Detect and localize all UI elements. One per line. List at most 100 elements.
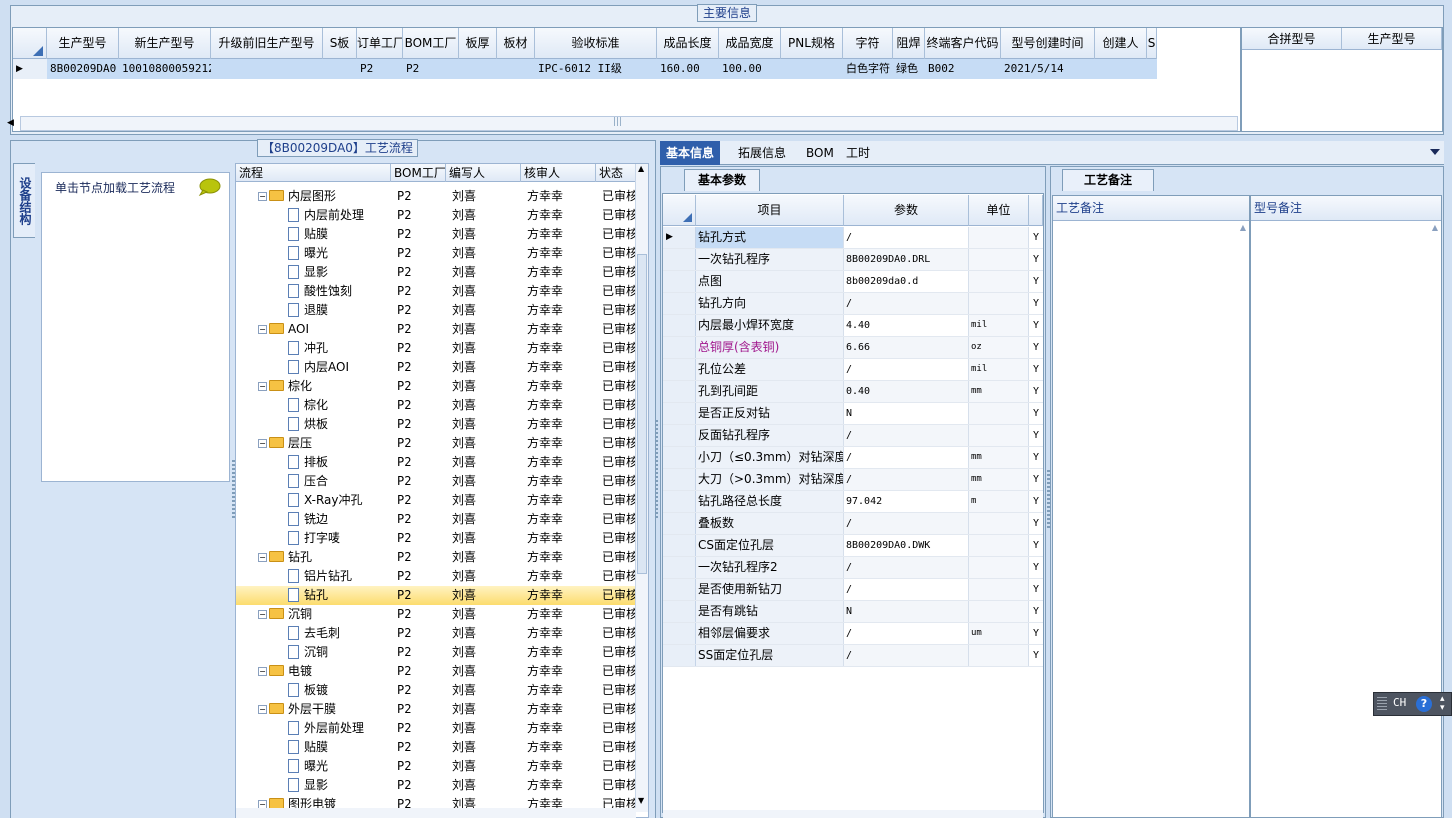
param-row[interactable]: CS面定位孔层 8B00209DA0.DWK Y xyxy=(663,535,1043,557)
column-header[interactable]: 板厚 xyxy=(459,28,497,59)
param-param-cell[interactable]: / xyxy=(844,227,969,248)
column-header[interactable]: 成品长度 xyxy=(657,28,719,59)
column-header[interactable]: 订单工厂 xyxy=(357,28,403,59)
tree-column-header[interactable]: 状态 xyxy=(596,164,640,182)
param-row[interactable]: 是否使用新钻刀 / Y xyxy=(663,579,1043,601)
param-row[interactable]: 内层最小焊环宽度 4.40 mil Y xyxy=(663,315,1043,337)
row-indicator-icon[interactable] xyxy=(663,601,696,622)
column-header[interactable]: 终端客户代码 xyxy=(925,28,1001,59)
param-row[interactable]: 反面钻孔程序 / Y xyxy=(663,425,1043,447)
table-cell[interactable]: B002 xyxy=(925,59,1001,79)
row-indicator-icon[interactable] xyxy=(663,381,696,402)
column-header[interactable]: 板材 xyxy=(497,28,535,59)
tree-column-header[interactable]: 编写人 xyxy=(446,164,521,182)
param-row[interactable]: 叠板数 / Y xyxy=(663,513,1043,535)
tree-row[interactable]: − 电镀 P2 刘喜 方幸幸 已审核 xyxy=(236,662,640,681)
tree-row[interactable]: 铣边 P2 刘喜 方幸幸 已审核 xyxy=(236,510,640,529)
column-header[interactable]: 新生产型号 xyxy=(119,28,211,59)
param-param-cell[interactable]: 8B00209DA0.DWK xyxy=(844,535,969,556)
row-indicator-icon[interactable] xyxy=(663,469,696,490)
tree-row[interactable]: 钻孔 P2 刘喜 方幸幸 已审核 xyxy=(236,586,640,605)
scroll-up-icon[interactable]: ▲ xyxy=(638,164,644,173)
tree-row[interactable]: 曝光 P2 刘喜 方幸幸 已审核 xyxy=(236,757,640,776)
column-header[interactable]: 创建人 xyxy=(1095,28,1147,59)
params-horizontal-scrollbar[interactable] xyxy=(663,810,1043,818)
ime-toolbar[interactable]: CH ? ▴ ▾ xyxy=(1373,692,1452,716)
param-param-cell[interactable]: / xyxy=(844,557,969,578)
param-row[interactable]: ▶ 钻孔方式 / Y xyxy=(663,227,1043,249)
tree-row[interactable]: − 钻孔 P2 刘喜 方幸幸 已审核 xyxy=(236,548,640,567)
tree-row[interactable]: 退膜 P2 刘喜 方幸幸 已审核 xyxy=(236,301,640,320)
param-row[interactable]: 点图 8b00209da0.d Y xyxy=(663,271,1043,293)
column-header[interactable]: 生产型号 xyxy=(47,28,119,59)
row-indicator-icon[interactable] xyxy=(663,425,696,446)
table-cell[interactable]: 绿色 xyxy=(893,59,925,79)
tree-row[interactable]: 冲孔 P2 刘喜 方幸幸 已审核 xyxy=(236,339,640,358)
row-indicator-icon[interactable] xyxy=(663,315,696,336)
param-row[interactable]: SS面定位孔层 / Y xyxy=(663,645,1043,667)
tab-bom[interactable]: BOM xyxy=(800,141,840,165)
ime-language-label[interactable]: CH xyxy=(1393,696,1406,709)
row-indicator-icon[interactable] xyxy=(663,403,696,424)
row-indicator-icon[interactable] xyxy=(663,249,696,270)
tree-row[interactable]: 去毛刺 P2 刘喜 方幸幸 已审核 xyxy=(236,624,640,643)
row-indicator-icon[interactable] xyxy=(663,271,696,292)
scroll-up-icon[interactable]: ▲ xyxy=(1432,223,1438,232)
merged-model-column-header[interactable]: 合拼型号 xyxy=(1242,28,1342,50)
collapse-toggle-icon[interactable]: − xyxy=(258,553,267,562)
param-row[interactable]: 大刀（>0.3mm）对钻深度 / mm Y xyxy=(663,469,1043,491)
row-indicator-icon[interactable] xyxy=(663,337,696,358)
tab-process-notes[interactable]: 工艺备注 xyxy=(1062,169,1154,191)
param-param-cell[interactable]: / xyxy=(844,447,969,468)
tree-horizontal-scrollbar[interactable] xyxy=(236,808,636,818)
param-param-cell[interactable]: / xyxy=(844,293,969,314)
column-header[interactable]: 升级前旧生产型号 xyxy=(211,28,323,59)
param-row[interactable]: 总铜厚(含表铜) 6.66 oz Y xyxy=(663,337,1043,359)
row-indicator-icon[interactable]: ▶ xyxy=(13,59,47,79)
table-cell[interactable] xyxy=(1095,59,1147,79)
tree-row[interactable]: 贴膜 P2 刘喜 方幸幸 已审核 xyxy=(236,738,640,757)
tree-row[interactable]: 烘板 P2 刘喜 方幸幸 已审核 xyxy=(236,415,640,434)
param-param-cell[interactable]: 8B00209DA0.DRL xyxy=(844,249,969,270)
param-param-cell[interactable]: 97.042 xyxy=(844,491,969,512)
param-row[interactable]: 钻孔路径总长度 97.042 m Y xyxy=(663,491,1043,513)
param-param-cell[interactable]: N xyxy=(844,601,969,622)
table-cell[interactable]: P2 xyxy=(357,59,403,79)
param-row[interactable]: 是否有跳钻 N Y xyxy=(663,601,1043,623)
param-row[interactable]: 孔位公差 / mil Y xyxy=(663,359,1043,381)
tree-row[interactable]: 显影 P2 刘喜 方幸幸 已审核 xyxy=(236,776,640,795)
tree-row[interactable]: 压合 P2 刘喜 方幸幸 已审核 xyxy=(236,472,640,491)
tree-row[interactable]: 沉铜 P2 刘喜 方幸幸 已审核 xyxy=(236,643,640,662)
process-tree-grid[interactable]: 流程 BOM工厂 编写人 核审人 状态 − 内层图形 P2 刘喜 方幸幸 已审核 内层前处理 P2 刘喜… xyxy=(235,163,649,818)
param-param-cell[interactable]: / xyxy=(844,623,969,644)
tree-row[interactable]: X-Ray冲孔 P2 刘喜 方幸幸 已审核 xyxy=(236,491,640,510)
param-row[interactable]: 是否正反对钻 N Y xyxy=(663,403,1043,425)
row-indicator-icon[interactable] xyxy=(663,535,696,556)
tree-row[interactable]: 排板 P2 刘喜 方幸幸 已审核 xyxy=(236,453,640,472)
column-header[interactable]: 验收标准 xyxy=(535,28,657,59)
tree-row[interactable]: − AOI P2 刘喜 方幸幸 已审核 xyxy=(236,320,640,339)
tree-row[interactable]: − 沉铜 P2 刘喜 方幸幸 已审核 xyxy=(236,605,640,624)
load-flow-panel[interactable] xyxy=(41,172,230,482)
scroll-thumb[interactable] xyxy=(637,254,647,574)
tree-vertical-scrollbar[interactable]: ▲ ▼ xyxy=(635,164,648,812)
tab-extended-info[interactable]: 拓展信息 xyxy=(732,141,792,165)
tab-basic-params[interactable]: 基本参数 xyxy=(684,169,760,191)
column-header[interactable]: PNL规格 xyxy=(781,28,843,59)
ime-options-icon[interactable]: ▴ ▾ xyxy=(1440,695,1445,713)
table-cell[interactable]: P2 xyxy=(403,59,459,79)
collapse-toggle-icon[interactable]: − xyxy=(258,325,267,334)
tab-work-hours[interactable]: 工时 xyxy=(840,141,876,165)
param-row[interactable]: 相邻层偏要求 / um Y xyxy=(663,623,1043,645)
table-cell[interactable]: 8B00209DA0 xyxy=(47,59,119,79)
scroll-left-icon[interactable]: ◀ xyxy=(7,118,14,128)
row-indicator-icon[interactable] xyxy=(663,513,696,534)
tree-row[interactable]: 贴膜 P2 刘喜 方幸幸 已审核 xyxy=(236,225,640,244)
column-header[interactable]: 成品宽度 xyxy=(719,28,781,59)
table-cell[interactable]: 2021/5/14 xyxy=(1001,59,1095,79)
column-header[interactable]: BOM工厂 xyxy=(403,28,459,59)
row-indicator-icon[interactable] xyxy=(663,491,696,512)
table-cell[interactable] xyxy=(781,59,843,79)
production-model-column-header[interactable]: 生产型号 xyxy=(1342,28,1442,50)
speech-bubble-icon[interactable] xyxy=(197,178,221,196)
